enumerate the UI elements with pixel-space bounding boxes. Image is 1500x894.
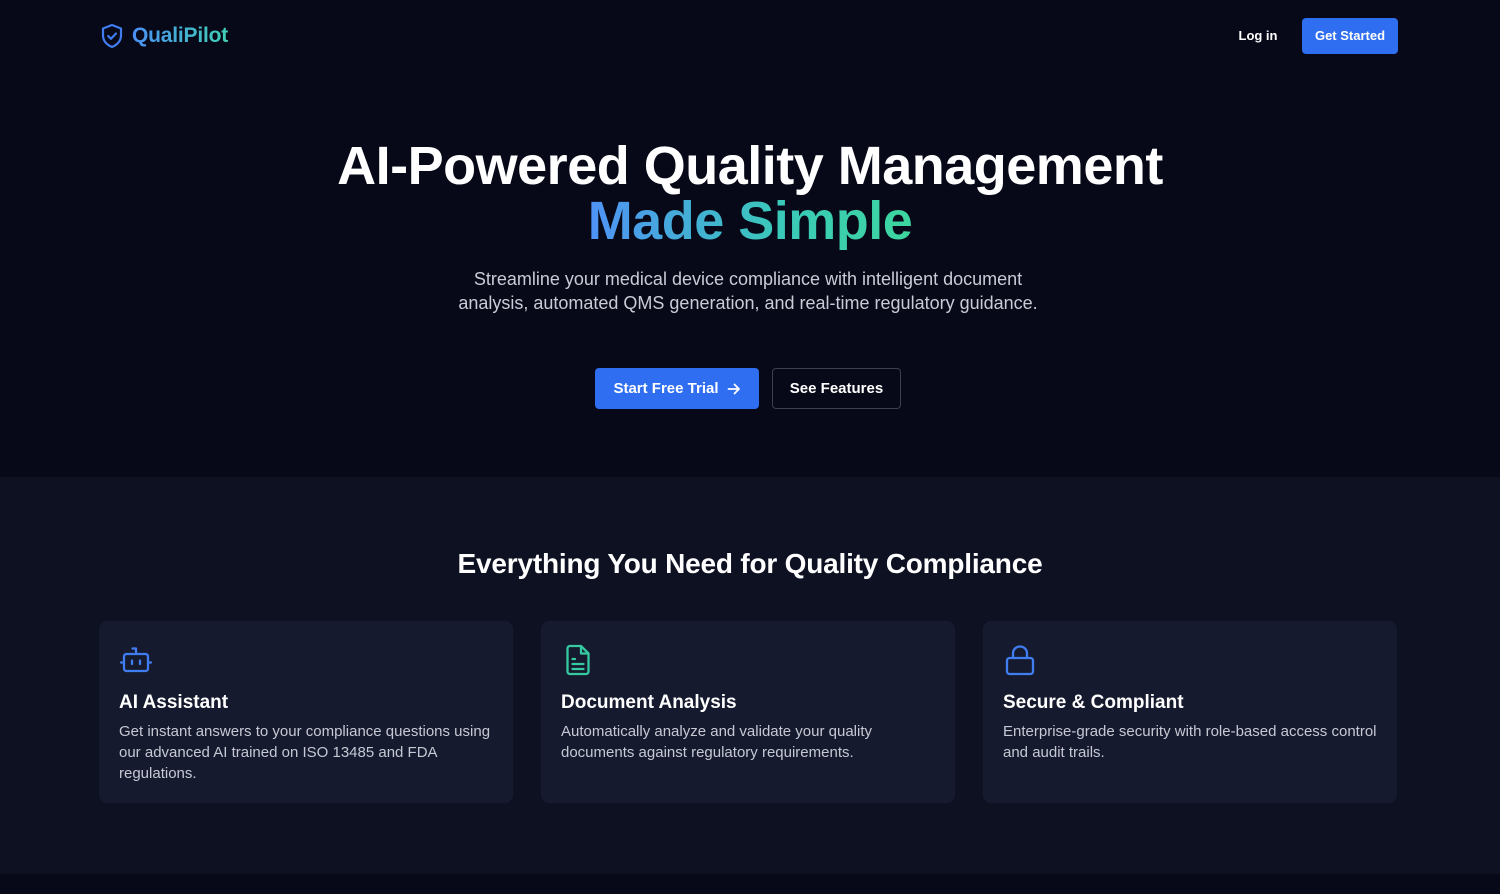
features-title: Everything You Need for Quality Complian… [457,548,1043,579]
hero-subtitle: Streamline your medical device complianc… [458,269,1038,313]
feature-card-document-analysis: Document Analysis Automatically analyze … [541,621,955,803]
start-free-trial-button[interactable]: Start Free Trial [595,368,759,409]
bot-icon [119,643,153,677]
brand-name: QualiPilot [132,24,229,47]
document-icon [561,643,595,677]
hero-title-highlight: Made Simple [0,192,1500,250]
hero-title-gradient-text: Made Simple [587,191,913,251]
feature-card-title: Document Analysis [561,692,737,713]
shield-check-icon [101,23,123,49]
start-free-trial-label: Start Free Trial [613,380,719,397]
feature-card-title: AI Assistant [119,692,229,713]
hero-title: AI-Powered Quality Management [337,136,1163,196]
site-header: QualiPilot Log in Get Started [0,0,1500,72]
feature-card-description: Get instant answers to your compliance q… [119,723,491,782]
feature-card-secure-compliant: Secure & Compliant Enterprise-grade secu… [983,621,1397,803]
lock-icon [1003,643,1037,677]
features-section: Everything You Need for Quality Complian… [0,477,1500,874]
get-started-button[interactable]: Get Started [1302,18,1398,54]
feature-card-title: Secure & Compliant [1003,692,1184,713]
login-link[interactable]: Log in [1228,26,1288,46]
brand-logo[interactable]: QualiPilot [100,22,228,50]
feature-card-description: Automatically analyze and validate your … [561,723,873,761]
feature-card-ai-assistant: AI Assistant Get instant answers to your… [99,621,513,803]
arrow-right-icon [727,383,740,394]
see-features-button[interactable]: See Features [772,368,901,409]
feature-card-description: Enterprise-grade security with role-base… [1003,723,1377,761]
